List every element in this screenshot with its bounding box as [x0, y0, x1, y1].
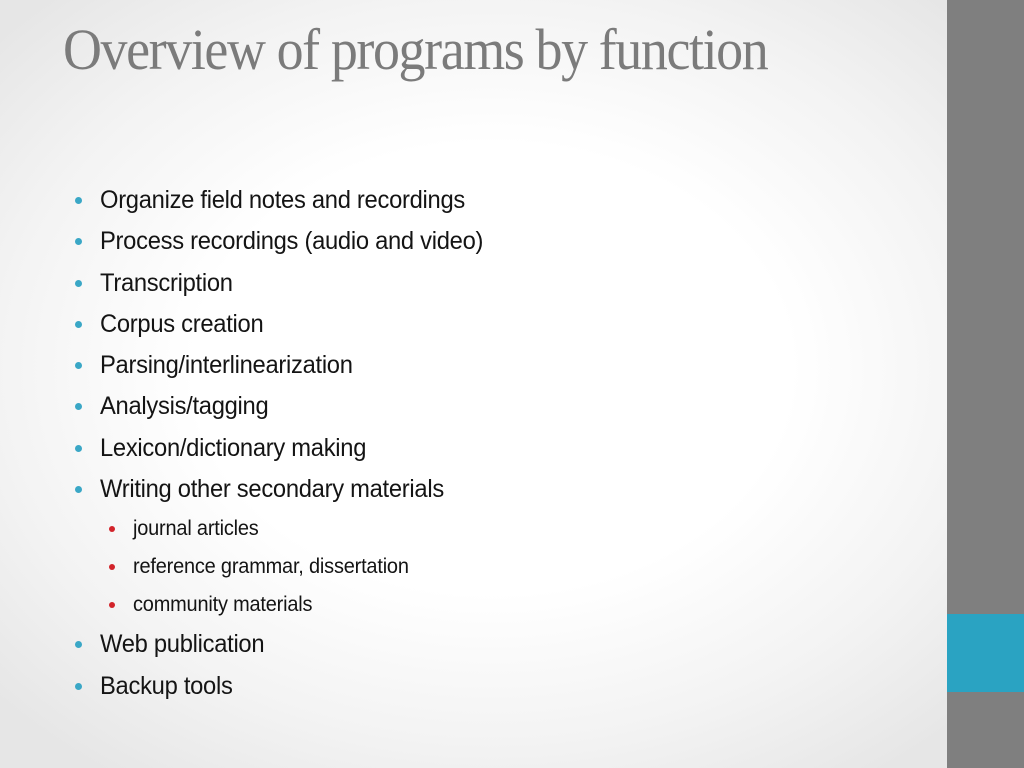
bullet-item: Lexicon/dictionary making [72, 429, 503, 470]
bullet-dot-icon [75, 641, 82, 649]
bullet-text: Web publication [100, 630, 265, 659]
sub-bullet-item: journal articles [72, 511, 503, 549]
sub-bullet-item: community materials [72, 587, 503, 625]
bullet-text: Lexicon/dictionary making [100, 433, 367, 462]
bullet-dot-icon [75, 403, 82, 411]
sub-bullet-item: reference grammar, dissertation [72, 549, 503, 587]
bullet-item: Transcription [72, 264, 503, 305]
sidebar-accent-block [947, 614, 1024, 692]
slide-title: Overview of programs by function [63, 17, 769, 82]
sub-bullet-dot-icon [109, 526, 115, 533]
bullet-dot-icon [75, 197, 82, 204]
bullet-item: Backup tools [72, 667, 503, 708]
bullet-list: Organize field notes and recordings Proc… [72, 181, 503, 708]
bullet-item: Process recordings (audio and video) [72, 222, 503, 263]
bullet-item: Corpus creation [72, 305, 503, 346]
bullet-text: Corpus creation [100, 309, 264, 338]
bullet-text: Process recordings (audio and video) [100, 227, 484, 256]
sub-bullet-text: community materials [133, 593, 313, 617]
bullet-item: Parsing/interlinearization [72, 346, 503, 387]
bullet-dot-icon [75, 362, 82, 370]
bullet-dot-icon [75, 320, 82, 328]
bullet-item: Web publication [72, 625, 503, 666]
decorative-sidebar [947, 0, 1024, 768]
bullet-text: Backup tools [100, 671, 233, 700]
slide: Overview of programs by function Organiz… [0, 0, 947, 768]
bullet-text: Writing other secondary materials [100, 475, 444, 504]
bullet-dot-icon [75, 486, 82, 494]
bullet-dot-icon [75, 682, 82, 690]
sub-bullet-text: journal articles [133, 517, 259, 541]
bullet-text: Analysis/tagging [100, 392, 269, 421]
bullet-dot-icon [75, 238, 82, 246]
bullet-text: Transcription [100, 268, 233, 297]
bullet-item: Analysis/tagging [72, 387, 503, 428]
bullet-dot-icon [75, 444, 82, 452]
bullet-text: Organize field notes and recordings [100, 186, 465, 214]
bullet-item: Writing other secondary materials [72, 470, 503, 511]
bullet-item: Organize field notes and recordings [72, 181, 503, 222]
bullet-text: Parsing/interlinearization [100, 351, 353, 380]
sub-bullet-dot-icon [109, 602, 115, 609]
bullet-dot-icon [75, 279, 82, 287]
sub-bullet-text: reference grammar, dissertation [133, 555, 409, 579]
sub-bullet-dot-icon [109, 564, 115, 571]
